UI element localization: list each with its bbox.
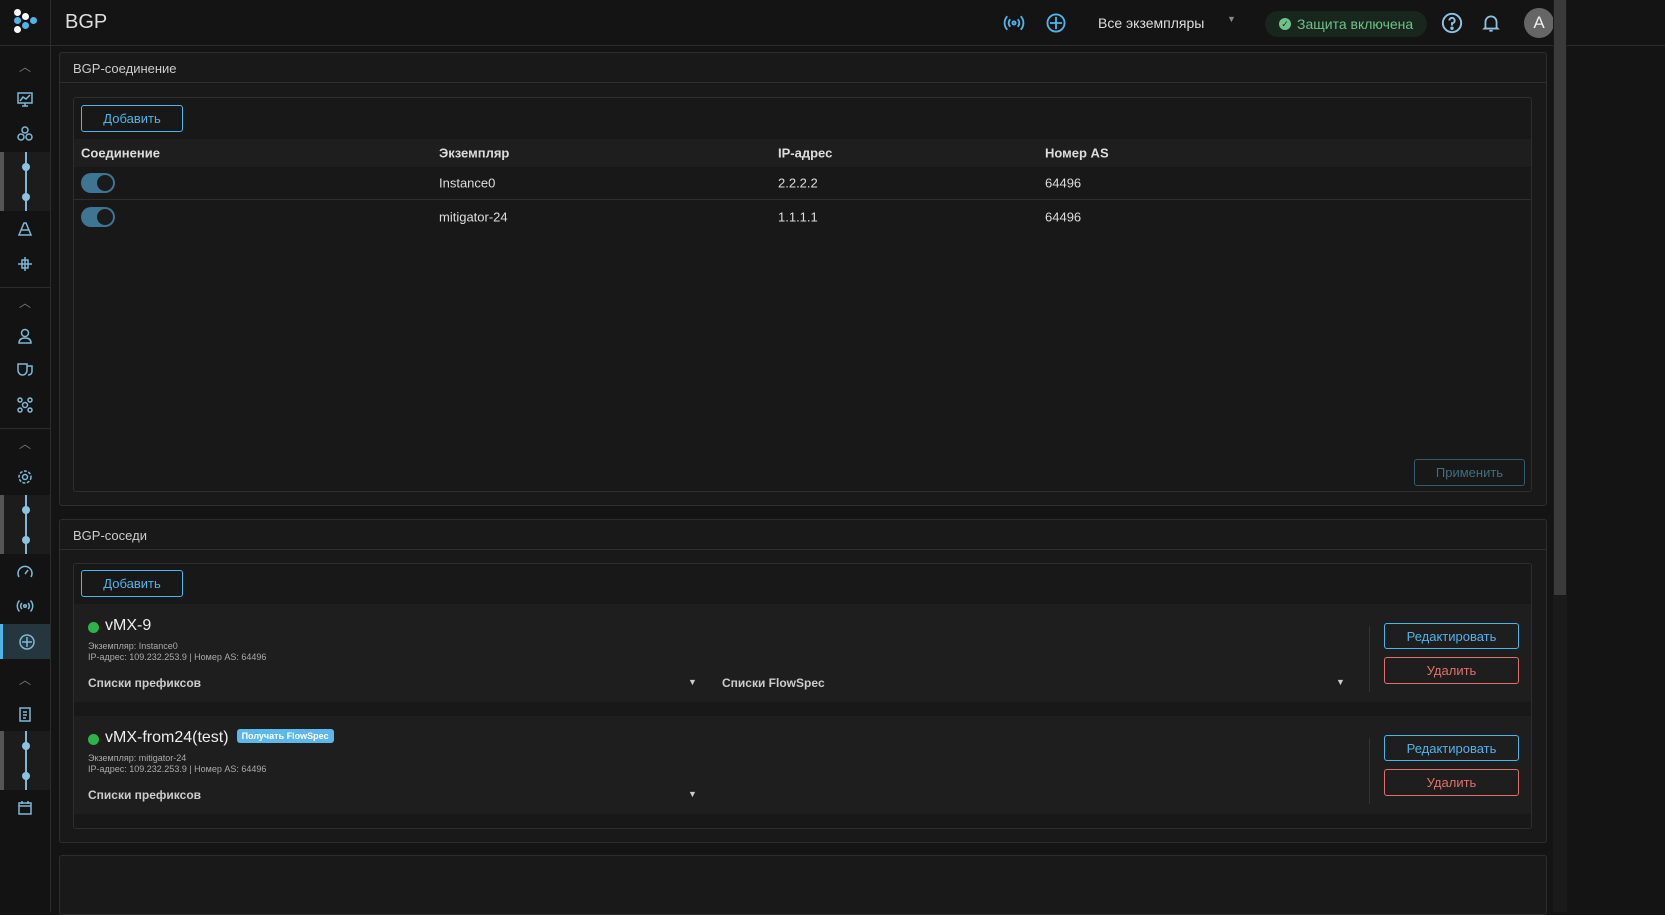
instance-cell: mitigator-24 — [439, 209, 508, 224]
status-dot — [88, 734, 99, 745]
instance-select[interactable]: Все экземпляры — [1098, 15, 1204, 31]
edit-button[interactable]: Редактировать — [1384, 735, 1519, 761]
panel-title: BGP-соседи — [60, 520, 1546, 550]
prefix-lists-dropdown[interactable]: Списки префиксов — [88, 788, 201, 802]
ip-cell: 1.1.1.1 — [778, 209, 818, 224]
bell-icon[interactable] — [1481, 12, 1501, 37]
neighbor-instance: Экземпляр: mitigator-24 — [88, 753, 187, 763]
graph-nodes-icon[interactable] — [0, 388, 50, 422]
collapse-chevron-icon[interactable]: ︿ — [0, 662, 50, 696]
top-bar: BGP Все экземпляры ▼ ✓ Защита включена A — [51, 0, 1665, 46]
flowspec-badge: Получать FlowSpec — [236, 729, 334, 743]
table-row: mitigator-24 1.1.1.1 64496 — [74, 200, 1531, 233]
delete-button[interactable]: Удалить — [1384, 769, 1519, 796]
avatar[interactable]: A — [1524, 8, 1554, 38]
ip-cell: 2.2.2.2 — [778, 175, 818, 191]
page-title: BGP — [65, 11, 108, 33]
neighbor-card: vMX-from24(test) Получать FlowSpec Экземп… — [74, 716, 1531, 814]
table-row: Instance0 2.2.2.2 64496 — [74, 167, 1531, 200]
gear-icon[interactable] — [0, 460, 50, 494]
neighbor-card: vMX-9 Экземпляр: Instance0 IP-адрес: 109… — [74, 604, 1531, 702]
logo[interactable] — [0, 0, 50, 46]
add-neighbor-button[interactable]: Добавить — [81, 570, 183, 597]
column-header: Экземпляр — [439, 145, 510, 161]
prefix-lists-dropdown[interactable]: Списки префиксов — [88, 676, 201, 690]
next-panel — [59, 855, 1547, 915]
clipboard-icon[interactable] — [0, 697, 50, 731]
tree-branch — [0, 495, 50, 554]
chevron-down-icon[interactable]: ▼ — [688, 677, 697, 687]
neighbor-info: IP-адрес: 109.232.253.9 | Номер AS: 6449… — [88, 764, 267, 774]
cluster-icon[interactable] — [0, 117, 50, 151]
neighbor-name: vMX-9 — [105, 617, 152, 634]
column-header: IP-адрес — [778, 145, 833, 161]
traffic-cone-icon[interactable] — [0, 212, 50, 246]
bgp-connection-panel: BGP-соединение Добавить Соединение Экзем… — [59, 52, 1547, 506]
dropdown-caret-icon[interactable]: ▼ — [1227, 14, 1236, 24]
neighbor-name-text: vMX-from24(test) — [105, 729, 229, 746]
instance-cell: Instance0 — [439, 175, 496, 191]
as-cell: 64496 — [1045, 175, 1082, 191]
bgp-neighbors-panel: BGP-соседи Добавить vMX-9 Экземпляр: Ins… — [59, 519, 1547, 843]
protection-status-text: Защита включена — [1297, 16, 1414, 32]
column-header: Номер AS — [1045, 145, 1109, 161]
chevron-down-icon[interactable]: ▼ — [688, 789, 697, 799]
collapse-chevron-icon[interactable]: ︿ — [0, 49, 50, 83]
panel-title: BGP-соединение — [60, 53, 1546, 83]
theater-masks-icon[interactable] — [0, 353, 50, 387]
neighbor-name: vMX-from24(test) Получать FlowSpec — [105, 729, 334, 747]
scrollbar[interactable] — [1553, 0, 1567, 912]
protection-status-badge: ✓ Защита включена — [1265, 11, 1428, 37]
broadcast-icon[interactable] — [0, 589, 50, 623]
chevron-down-icon[interactable]: ▼ — [1336, 677, 1345, 687]
delete-button[interactable]: Удалить — [1384, 657, 1519, 684]
status-dot — [88, 622, 99, 633]
as-cell: 64496 — [1045, 209, 1082, 224]
bgp-router-icon[interactable] — [0, 624, 50, 659]
edit-button[interactable]: Редактировать — [1384, 623, 1519, 649]
tree-branch — [0, 152, 50, 211]
help-icon[interactable] — [1441, 12, 1463, 37]
user-icon[interactable] — [0, 319, 50, 353]
monitor-chart-icon[interactable] — [0, 82, 50, 116]
calendar-icon[interactable] — [0, 791, 50, 825]
broadcast-icon[interactable] — [1003, 12, 1025, 37]
collapse-chevron-icon[interactable]: ︿ — [0, 285, 50, 319]
network-routes-icon[interactable] — [0, 247, 50, 281]
neighbor-instance: Экземпляр: Instance0 — [88, 641, 178, 651]
bgp-router-icon[interactable] — [1045, 12, 1067, 37]
sidebar: ︿ ︿ ︿ ︿ — [0, 0, 51, 912]
neighbor-info: IP-адрес: 109.232.253.9 | Номер AS: 6449… — [88, 652, 267, 662]
collapse-chevron-icon[interactable]: ︿ — [0, 426, 50, 460]
add-connection-button[interactable]: Добавить — [81, 105, 183, 132]
column-header: Соединение — [81, 145, 160, 161]
scrollbar-thumb[interactable] — [1554, 0, 1566, 595]
flowspec-lists-dropdown[interactable]: Списки FlowSpec — [722, 676, 825, 690]
tree-branch — [0, 731, 50, 790]
table-header: Соединение Экземпляр IP-адрес Номер AS — [74, 139, 1531, 167]
check-circle-icon: ✓ — [1279, 18, 1291, 30]
connection-toggle[interactable] — [81, 173, 115, 193]
apply-button[interactable]: Применить — [1414, 459, 1525, 486]
speedometer-icon[interactable] — [0, 555, 50, 589]
connection-toggle[interactable] — [81, 206, 115, 227]
